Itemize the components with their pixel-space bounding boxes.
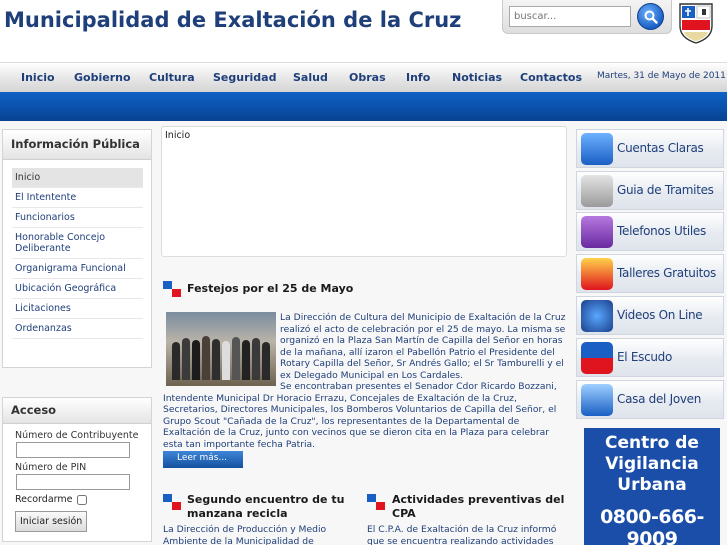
vigilancia-line1: Centro de (605, 433, 699, 453)
nav-item-cultura[interactable]: Cultura (149, 71, 195, 84)
header-band (0, 92, 727, 121)
breadcrumb[interactable]: Inicio (165, 130, 190, 141)
link-label: Cuentas Claras (617, 141, 704, 155)
pin-label: Número de PIN (15, 462, 87, 473)
contributor-field[interactable] (16, 442, 130, 458)
site-header: Municipalidad de Exaltación de la Cruz (0, 0, 727, 62)
sidebar-item-licitaciones[interactable]: Licitaciones (12, 299, 143, 319)
link-label: Guia de Tramites (617, 183, 714, 197)
nav-item-gobierno[interactable]: Gobierno (74, 71, 131, 84)
login-title: Acceso (3, 398, 151, 424)
sidebar-item-funcionarios[interactable]: Funcionarios (12, 208, 143, 228)
nav-item-info[interactable]: Info (406, 71, 430, 84)
remember-label: Recordarme (15, 494, 73, 505)
search-box (502, 0, 672, 34)
news-title[interactable]: Actividades preventivas del CPA (392, 493, 567, 521)
link-cuentas-claras[interactable]: Cuentas Claras (576, 129, 724, 168)
feature-title[interactable]: Festejos por el 25 de Mayo (187, 282, 557, 296)
sidebar-item-inicio[interactable]: Inicio (12, 168, 143, 188)
vigilancia-banner[interactable]: Centro de Vigilancia Urbana 0800-666-900… (584, 428, 720, 545)
nav-item-obras[interactable]: Obras (349, 71, 386, 84)
read-more-button[interactable]: Leer más... (163, 451, 243, 468)
link-label: Telefonos Utiles (617, 224, 706, 238)
vigilancia-line3: Urbana (617, 475, 687, 495)
link-talleres[interactable]: Talleres Gratuitos (576, 254, 724, 293)
link-label: Talleres Gratuitos (617, 266, 716, 280)
login-button[interactable]: Iniciar sesión (15, 511, 88, 532)
link-escudo[interactable]: El Escudo (576, 338, 724, 377)
sidebar-item-ubicacion[interactable]: Ubicación Geográfica (12, 279, 143, 299)
nav-item-noticias[interactable]: Noticias (452, 71, 502, 84)
feature-photo[interactable] (166, 312, 276, 386)
site-title[interactable]: Municipalidad de Exaltación de la Cruz (4, 8, 461, 32)
link-guia-tramites[interactable]: Guia de Tramites (576, 171, 724, 210)
vigilancia-line2: Vigilancia (605, 454, 699, 474)
main-nav: Inicio Gobierno Cultura Seguridad Salud … (0, 62, 727, 92)
pin-field[interactable] (16, 474, 130, 490)
news-body: La Dirección de Producción y Medio Ambie… (163, 524, 327, 545)
sidebar-item-ordenanzas[interactable]: Ordenanzas (12, 319, 143, 339)
search-input[interactable] (509, 6, 631, 27)
search-icon (644, 10, 658, 24)
palette-icon (581, 258, 613, 290)
sidebar-item-concejo[interactable]: Honorable Concejo Deliberante (12, 228, 143, 259)
nav-item-seguridad[interactable]: Seguridad (213, 71, 276, 84)
nav-item-salud[interactable]: Salud (293, 71, 328, 84)
house-icon (581, 384, 613, 416)
feature-body: La Dirección de Cultura del Municipio de… (280, 312, 566, 381)
sidebar-item-intendente[interactable]: El Intentente (12, 188, 143, 208)
link-label: El Escudo (617, 350, 673, 364)
read-more-label: Leer más... (177, 453, 228, 463)
flag-icon (163, 281, 181, 297)
nav-item-contactos[interactable]: Contactos (520, 71, 582, 84)
phone-icon (581, 216, 613, 248)
breadcrumb-box: Inicio (161, 126, 567, 257)
link-videos[interactable]: Videos On Line (576, 296, 724, 335)
link-telefonos[interactable]: Telefonos Utiles (576, 212, 724, 251)
login-panel: Acceso Número de Contribuyente Número de… (2, 397, 152, 542)
shield-icon (581, 342, 613, 374)
link-casa-joven[interactable]: Casa del Joven (576, 380, 724, 419)
search-button[interactable] (637, 3, 664, 30)
play-icon (581, 300, 613, 332)
remember-checkbox[interactable] (77, 494, 88, 505)
info-publica-title: Información Pública (3, 130, 151, 160)
flag-icon (163, 494, 181, 510)
contributor-label: Número de Contribuyente (15, 430, 139, 441)
remember-row: Recordarme (15, 494, 151, 505)
flag-icon (367, 494, 385, 510)
link-label: Videos On Line (617, 308, 703, 322)
link-label: Casa del Joven (617, 392, 702, 406)
nav-item-inicio[interactable]: Inicio (21, 71, 55, 84)
main-content: Inicio Festejos por el 25 de Mayo La Dir… (161, 126, 567, 545)
folder-icon (581, 175, 613, 207)
coins-icon (581, 133, 613, 165)
sidebar-item-organigrama[interactable]: Organigrama Funcional (12, 259, 143, 279)
crest-logo-icon[interactable] (678, 2, 714, 44)
news-title[interactable]: Segundo encuentro de tu manzana recicla (187, 493, 367, 521)
current-date: Martes, 31 de Mayo de 2011 (597, 71, 726, 81)
vigilancia-phone: 0800-666-9009 (600, 506, 704, 545)
feature-body-continued: Se encontraban presentes el Senador Cdor… (163, 381, 557, 450)
news-body: El C.P.A. de Exaltación de la Cruz infor… (367, 524, 557, 545)
info-publica-panel: Información Pública Inicio El Intentente… (2, 129, 152, 368)
